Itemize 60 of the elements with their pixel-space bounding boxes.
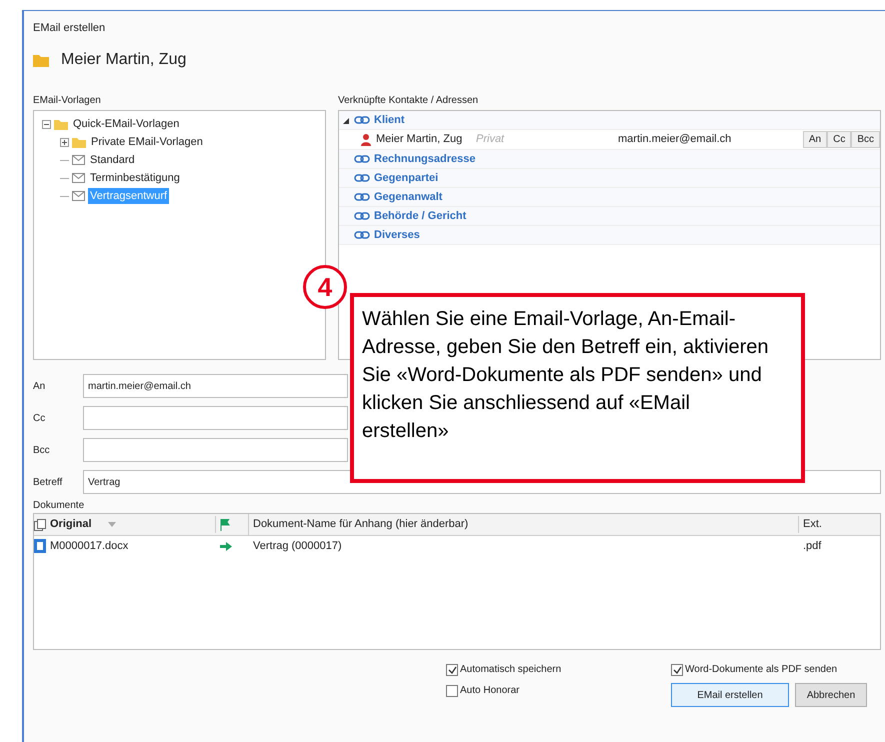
- contact-type: Privat: [476, 132, 506, 148]
- link-icon: [354, 231, 370, 239]
- group-label[interactable]: Gegenpartei: [374, 170, 438, 186]
- sort-caret-icon: [108, 522, 116, 527]
- group-label[interactable]: Gegenanwalt: [374, 188, 442, 206]
- input-field[interactable]: [83, 438, 348, 462]
- window-title: EMail erstellen: [33, 22, 106, 34]
- envelope-icon: [72, 191, 85, 201]
- section-label: Dokumente: [33, 499, 86, 513]
- input-field[interactable]: [83, 406, 348, 430]
- group-label[interactable]: Diverses: [374, 226, 420, 244]
- link-icon: [354, 116, 370, 124]
- contact-title: Meier Martin, Zug: [61, 50, 186, 70]
- link-icon: [354, 193, 370, 201]
- field-label: An: [33, 380, 46, 394]
- group-label[interactable]: Klient: [374, 112, 405, 128]
- field-label: Cc: [33, 412, 46, 426]
- arrow-right-icon: [220, 542, 232, 550]
- collapse-icon[interactable]: [42, 120, 51, 128]
- table-cell-text: .pdf: [802, 538, 822, 554]
- dialog-button[interactable]: EMail erstellen: [671, 683, 789, 707]
- checkbox[interactable]: Automatisch speichern: [446, 662, 671, 677]
- collapse-arrow-icon[interactable]: [343, 116, 350, 124]
- column-header[interactable]: Ext.: [799, 516, 822, 533]
- link-icon: [354, 212, 370, 220]
- envelope-icon: [72, 155, 85, 165]
- folder-icon: [54, 118, 68, 130]
- dialog-button[interactable]: Abbrechen: [795, 683, 867, 707]
- recipient-button[interactable]: Cc: [827, 131, 852, 148]
- table-cell-text: M0000017.docx: [49, 538, 130, 554]
- recipient-button[interactable]: Bcc: [851, 131, 880, 148]
- callout-text: Wählen Sie eine Email-Vorlage, An-Email-Adresse, geben Sie den Betreff ein, aktivieren Sie «Word-Dokumente als PDF senden» und klicken Sie anschliessend auf «EMail erstellen»: [362, 307, 770, 444]
- link-icon: [354, 174, 370, 182]
- recipient-button[interactable]: An: [802, 131, 828, 148]
- checkmark-icon: [448, 666, 456, 674]
- field-label: Bcc: [33, 444, 51, 458]
- table-cell-text: Vertrag (0000017): [252, 538, 343, 554]
- flag-icon: [220, 518, 230, 530]
- folder-icon: [72, 136, 86, 148]
- tree-item[interactable]: Private EMail-Vorlagen: [89, 134, 205, 150]
- person-icon: [361, 134, 371, 146]
- tree-item[interactable]: Standard: [88, 152, 137, 168]
- envelope-icon: [72, 173, 85, 183]
- group-label[interactable]: Behörde / Gericht: [374, 208, 466, 224]
- checkmark-icon: [672, 666, 682, 674]
- tree-item[interactable]: Quick-EMail-Vorlagen: [71, 116, 182, 132]
- column-header[interactable]: Dokument-Name für Anhang (hier änderbar): [249, 516, 799, 533]
- input-field[interactable]: martin.meier@email.ch: [83, 374, 348, 398]
- expand-icon[interactable]: [60, 138, 69, 146]
- checkbox[interactable]: Word-Dokumente als PDF senden: [671, 662, 867, 677]
- tree-item[interactable]: Terminbestätigung: [88, 170, 182, 186]
- contact-name: Meier Martin, Zug: [376, 132, 464, 148]
- group-label[interactable]: Rechnungsadresse: [374, 150, 476, 168]
- section-label: EMail-Vorlagen: [33, 94, 102, 108]
- field-label: Betreff: [33, 476, 64, 490]
- contact-email: martin.meier@email.ch: [618, 132, 732, 148]
- section-label: Verknüpfte Kontakte / Adressen: [338, 94, 480, 108]
- link-icon: [354, 155, 370, 163]
- checkbox[interactable]: Auto Honorar: [446, 683, 671, 698]
- column-header[interactable]: Original: [50, 516, 92, 533]
